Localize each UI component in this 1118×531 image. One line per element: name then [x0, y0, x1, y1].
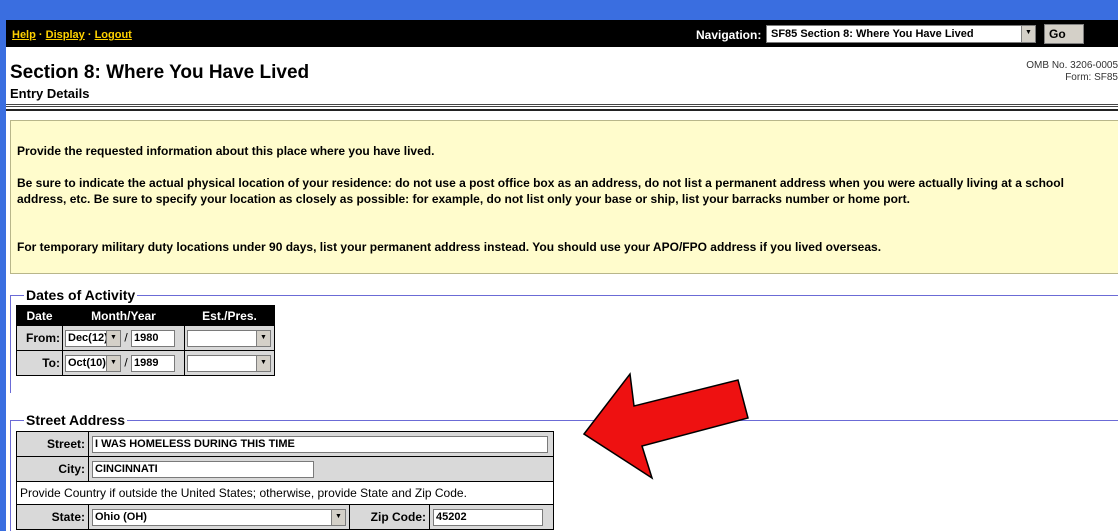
- to-month-value: Oct(10): [68, 356, 106, 369]
- chevron-down-icon[interactable]: ▼: [1021, 26, 1035, 42]
- col-header-month-year: Month/Year: [62, 305, 185, 326]
- instructions-box: Provide the requested information about …: [10, 120, 1118, 274]
- from-month-select[interactable]: Dec(12) ▼: [65, 329, 121, 347]
- to-label: To:: [16, 350, 63, 376]
- from-label: From:: [16, 325, 63, 351]
- form-number: Form: SF85: [1065, 72, 1118, 83]
- zip-cell: 45202: [429, 504, 554, 530]
- window-frame-left: [0, 0, 6, 531]
- street-input[interactable]: I WAS HOMELESS DURING THIS TIME: [92, 435, 548, 453]
- from-est-cell: ▼: [184, 325, 275, 351]
- chevron-down-icon[interactable]: ▼: [256, 330, 270, 346]
- state-country-note: Provide Country if outside the United St…: [16, 481, 554, 505]
- page-title: Section 8: Where You Have Lived: [10, 62, 310, 83]
- display-link[interactable]: Display: [46, 29, 85, 41]
- window-frame-top: [0, 0, 1118, 20]
- to-est-cell: ▼: [184, 350, 275, 376]
- nav-separator: ·: [87, 29, 92, 41]
- street-cell: I WAS HOMELESS DURING THIS TIME: [88, 431, 554, 457]
- from-est-select[interactable]: ▼: [187, 329, 271, 347]
- logout-link[interactable]: Logout: [95, 29, 132, 41]
- instruction-text-1: Provide the requested information about …: [17, 144, 435, 158]
- chevron-down-icon[interactable]: ▼: [106, 330, 120, 346]
- help-link[interactable]: Help: [12, 29, 36, 41]
- red-arrow-icon: [582, 372, 749, 480]
- chevron-down-icon[interactable]: ▼: [106, 355, 120, 371]
- state-value: Ohio (OH): [95, 510, 147, 523]
- page-subtitle: Entry Details: [10, 86, 90, 101]
- nav-separator: ·: [38, 29, 43, 41]
- to-est-select[interactable]: ▼: [187, 354, 271, 372]
- state-select[interactable]: Ohio (OH) ▼: [92, 508, 346, 526]
- city-cell: CINCINNATI: [88, 456, 554, 482]
- chevron-down-icon[interactable]: ▼: [256, 355, 270, 371]
- from-month-value: Dec(12): [68, 331, 108, 344]
- navigation-label: Navigation:: [696, 28, 762, 42]
- to-year-input[interactable]: 1989: [131, 354, 176, 372]
- from-month-year-cell: Dec(12) ▼ / 1980: [62, 325, 185, 351]
- navigation-select[interactable]: SF85 Section 8: Where You Have Lived ▼: [766, 25, 1036, 43]
- nav-links: Help · Display · Logout: [12, 29, 132, 41]
- navigation-selected-value: SF85 Section 8: Where You Have Lived: [771, 28, 974, 40]
- zip-label: Zip Code:: [349, 504, 430, 530]
- to-month-year-cell: Oct(10) ▼ / 1989: [62, 350, 185, 376]
- city-input[interactable]: CINCINNATI: [92, 460, 314, 478]
- address-table: Street: I WAS HOMELESS DURING THIS TIME …: [16, 431, 554, 530]
- zip-input[interactable]: 45202: [433, 508, 543, 526]
- city-label: City:: [16, 456, 89, 482]
- from-year-input[interactable]: 1980: [131, 329, 176, 347]
- instruction-text-3: For temporary military duty locations un…: [17, 240, 882, 254]
- to-month-select[interactable]: Oct(10) ▼: [65, 354, 121, 372]
- instruction-text-2: Be sure to indicate the actual physical …: [17, 176, 1064, 206]
- street-label: Street:: [16, 431, 89, 457]
- date-slash: /: [124, 355, 128, 370]
- date-slash: /: [124, 330, 128, 345]
- col-header-est-pres: Est./Pres.: [184, 305, 275, 326]
- state-cell: Ohio (OH) ▼: [88, 504, 350, 530]
- chevron-down-icon[interactable]: ▼: [331, 509, 345, 525]
- col-header-date: Date: [16, 305, 63, 326]
- dates-table: Date Month/Year Est./Pres. From: Dec(12)…: [16, 305, 275, 376]
- omb-number: OMB No. 3206-0005: [1026, 60, 1118, 71]
- header-divider: [6, 104, 1118, 108]
- state-label: State:: [16, 504, 89, 530]
- top-navbar: Help · Display · Logout Navigation: SF85…: [6, 20, 1118, 47]
- dates-legend: Dates of Activity: [24, 287, 138, 303]
- header-divider-bottom: [6, 109, 1118, 111]
- address-legend: Street Address: [24, 412, 128, 428]
- go-button[interactable]: Go: [1044, 24, 1084, 44]
